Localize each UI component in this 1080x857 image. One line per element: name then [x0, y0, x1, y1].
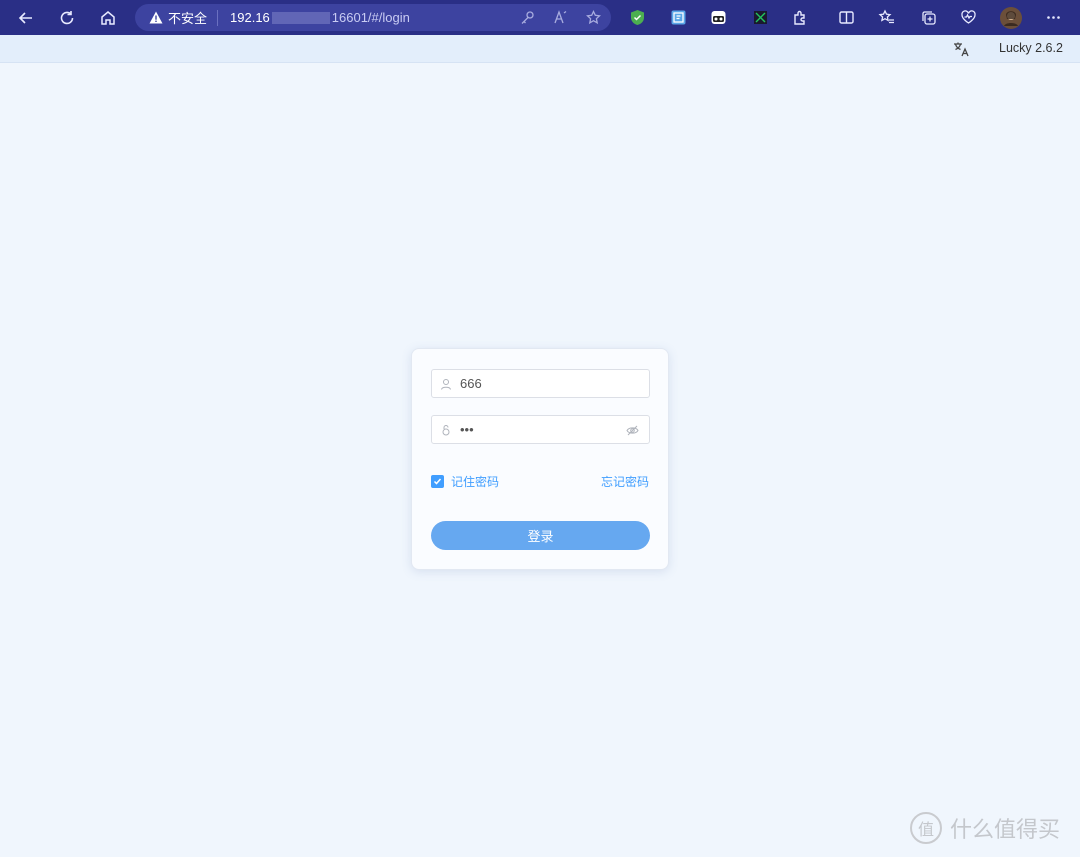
extension-shield[interactable]: [620, 0, 654, 35]
crosshair-extension-icon: [753, 11, 767, 24]
profile-button[interactable]: [994, 0, 1028, 35]
login-card: 666 ••• 记住密码 忘记密码 登录: [411, 348, 669, 570]
home-icon: [101, 10, 115, 25]
split-screen-button[interactable]: [829, 0, 863, 35]
app-version: Lucky 2.6.2: [999, 41, 1063, 55]
address-tools: [520, 4, 601, 31]
home-button[interactable]: [88, 0, 128, 35]
address-bar[interactable]: 不安全 192.16 16601/#/login: [135, 4, 611, 31]
watermark-badge: 值: [910, 812, 942, 844]
url-text[interactable]: 192.16 16601/#/login: [230, 10, 410, 25]
watermark-text: 什么值得买: [950, 818, 1061, 843]
extension-reader[interactable]: [661, 0, 695, 35]
watermark: 值 什么值得买: [910, 812, 1060, 844]
eyes-extension-icon: [711, 11, 725, 24]
back-arrow-icon: [18, 11, 32, 24]
password-input[interactable]: •••: [431, 415, 650, 444]
username-input[interactable]: 666: [431, 369, 650, 398]
split-screen-icon: [838, 11, 854, 24]
favorites-button[interactable]: [869, 0, 903, 35]
back-button[interactable]: [6, 0, 46, 35]
avatar: [1000, 6, 1022, 29]
more-dots-icon: [1046, 16, 1060, 19]
checkbox-checked[interactable]: [431, 475, 444, 488]
password-value: •••: [460, 422, 474, 437]
puzzle-icon: [793, 10, 805, 25]
remember-password-checkbox[interactable]: 记住密码: [431, 473, 499, 490]
url-redaction: [271, 11, 330, 24]
browser-toolbar: 不安全 192.16 16601/#/login: [0, 0, 1080, 35]
refresh-button[interactable]: [47, 0, 87, 35]
key-icon[interactable]: [520, 10, 535, 25]
favorites-list-icon: [878, 9, 894, 24]
extensions-button[interactable]: [783, 0, 817, 35]
login-button[interactable]: 登录: [431, 521, 650, 550]
remember-password-label[interactable]: 记住密码: [451, 473, 499, 490]
warning-icon: [149, 11, 163, 24]
extension-crosshair[interactable]: [743, 0, 777, 35]
heart-pulse-icon: [960, 10, 976, 24]
eye-icon[interactable]: [626, 424, 639, 437]
collections-button[interactable]: [911, 0, 945, 35]
reader-extension-icon: [671, 10, 685, 25]
lock-icon: [432, 424, 460, 436]
collections-icon: [921, 11, 936, 25]
favorite-star-icon[interactable]: [586, 10, 601, 25]
app-header: Lucky 2.6.2: [0, 35, 1080, 63]
user-icon: [432, 378, 460, 390]
refresh-icon: [60, 10, 74, 24]
extension-eyes[interactable]: [701, 0, 735, 35]
more-menu-button[interactable]: [1036, 0, 1070, 35]
url-host: 192.16: [230, 10, 270, 25]
security-indicator[interactable]: 不安全: [149, 9, 219, 27]
browser-essentials-button[interactable]: [951, 0, 985, 35]
translate-icon[interactable]: [952, 40, 970, 58]
url-path: 16601/#/login: [331, 10, 410, 25]
username-value: 666: [460, 376, 482, 391]
security-label: 不安全: [168, 12, 208, 27]
forgot-password-link[interactable]: 忘记密码: [601, 473, 649, 490]
check-icon: [433, 478, 442, 485]
read-aloud-icon[interactable]: [553, 10, 568, 25]
shield-icon: [630, 10, 644, 25]
